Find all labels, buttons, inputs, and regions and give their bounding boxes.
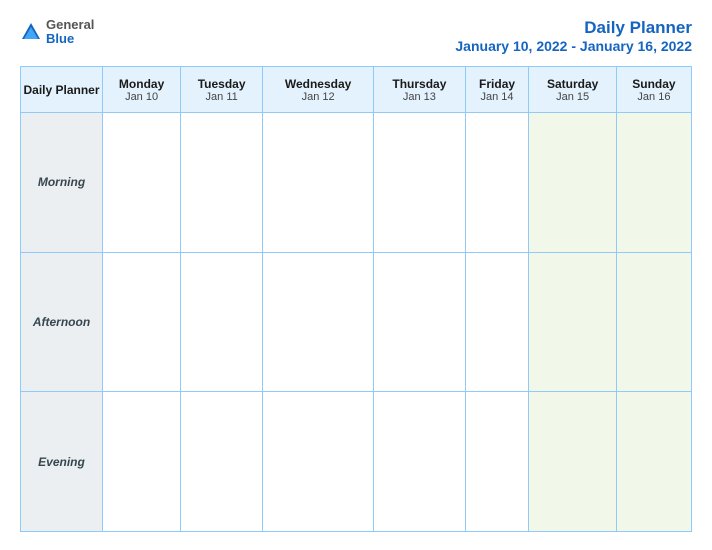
afternoon-thursday[interactable]: [374, 252, 466, 392]
evening-monday[interactable]: [103, 392, 181, 532]
afternoon-sunday[interactable]: [616, 252, 691, 392]
wednesday-name: Wednesday: [265, 77, 371, 91]
afternoon-wednesday[interactable]: [263, 252, 374, 392]
table-row-evening: Evening: [21, 392, 692, 532]
header-friday: Friday Jan 14: [465, 67, 529, 113]
morning-thursday[interactable]: [374, 113, 466, 253]
morning-sunday[interactable]: [616, 113, 691, 253]
morning-saturday[interactable]: [529, 113, 617, 253]
header-tuesday: Tuesday Jan 11: [181, 67, 263, 113]
morning-monday[interactable]: [103, 113, 181, 253]
header-wednesday: Wednesday Jan 12: [263, 67, 374, 113]
tuesday-date: Jan 11: [183, 91, 260, 103]
morning-tuesday[interactable]: [181, 113, 263, 253]
header-right: Daily Planner January 10, 2022 - January…: [455, 18, 692, 54]
saturday-date: Jan 15: [531, 91, 614, 103]
morning-friday[interactable]: [465, 113, 529, 253]
afternoon-monday[interactable]: [103, 252, 181, 392]
wednesday-date: Jan 12: [265, 91, 371, 103]
calendar-table: Daily Planner Monday Jan 10 Tuesday Jan …: [20, 66, 692, 532]
date-range: January 10, 2022 - January 16, 2022: [455, 38, 692, 54]
evening-sunday[interactable]: [616, 392, 691, 532]
tuesday-name: Tuesday: [183, 77, 260, 91]
evening-wednesday[interactable]: [263, 392, 374, 532]
header-thursday: Thursday Jan 13: [374, 67, 466, 113]
logo-text: General Blue: [46, 18, 94, 47]
header-saturday: Saturday Jan 15: [529, 67, 617, 113]
evening-tuesday[interactable]: [181, 392, 263, 532]
saturday-name: Saturday: [531, 77, 614, 91]
morning-label: Morning: [21, 113, 103, 253]
logo-blue-text: Blue: [46, 32, 94, 46]
sunday-date: Jan 16: [619, 91, 689, 103]
logo-general-text: General: [46, 18, 94, 32]
evening-thursday[interactable]: [374, 392, 466, 532]
monday-name: Monday: [105, 77, 178, 91]
evening-saturday[interactable]: [529, 392, 617, 532]
header-label-cell: Daily Planner: [21, 67, 103, 113]
header-monday: Monday Jan 10: [103, 67, 181, 113]
monday-date: Jan 10: [105, 91, 178, 103]
afternoon-saturday[interactable]: [529, 252, 617, 392]
evening-label: Evening: [21, 392, 103, 532]
afternoon-tuesday[interactable]: [181, 252, 263, 392]
page: General Blue Daily Planner January 10, 2…: [0, 0, 712, 550]
afternoon-friday[interactable]: [465, 252, 529, 392]
thursday-name: Thursday: [376, 77, 463, 91]
table-header-row: Daily Planner Monday Jan 10 Tuesday Jan …: [21, 67, 692, 113]
thursday-date: Jan 13: [376, 91, 463, 103]
friday-date: Jan 14: [468, 91, 527, 103]
header-label-text: Daily Planner: [23, 83, 100, 97]
table-row-afternoon: Afternoon: [21, 252, 692, 392]
header-sunday: Sunday Jan 16: [616, 67, 691, 113]
morning-wednesday[interactable]: [263, 113, 374, 253]
table-row-morning: Morning: [21, 113, 692, 253]
header: General Blue Daily Planner January 10, 2…: [20, 18, 692, 54]
page-title: Daily Planner: [455, 18, 692, 38]
afternoon-label: Afternoon: [21, 252, 103, 392]
friday-name: Friday: [468, 77, 527, 91]
logo-icon: [20, 21, 42, 43]
logo: General Blue: [20, 18, 94, 47]
evening-friday[interactable]: [465, 392, 529, 532]
sunday-name: Sunday: [619, 77, 689, 91]
